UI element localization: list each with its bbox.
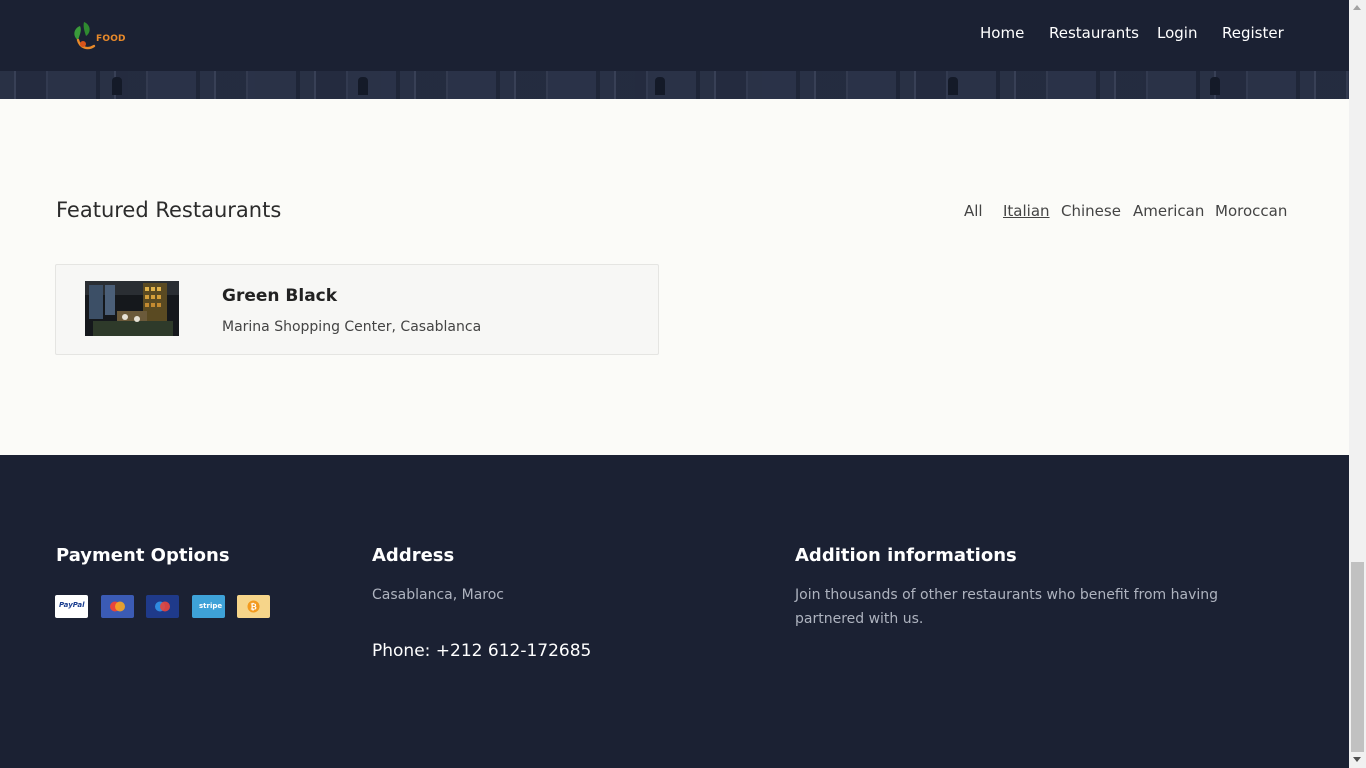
mastercard-icon [101,595,134,618]
svg-text:₿: ₿ [250,603,257,612]
scroll-down-icon[interactable] [1353,757,1361,762]
site-logo[interactable]: FOOD [70,20,130,54]
paypal-icon: PayPal [55,595,88,618]
filter-moroccan[interactable]: Moroccan [1215,202,1287,220]
maestro-icon [146,595,179,618]
additional-info-text: Join thousands of other restaurants who … [795,587,1219,627]
logo-text: FOOD [96,34,126,44]
additional-info-title: Addition informations [795,545,1017,566]
filter-chinese[interactable]: Chinese [1061,202,1121,220]
nav-home[interactable]: Home [980,24,1024,42]
bitcoin-icon: ₿ [237,595,270,618]
restaurant-card[interactable]: Green Black Marina Shopping Center, Casa… [55,264,659,355]
address-text: Casablanca, Maroc [372,587,505,603]
featured-restaurants-title: Featured Restaurants [56,198,282,222]
filter-american[interactable]: American [1133,202,1204,220]
nav-register[interactable]: Register [1222,24,1284,42]
scroll-up-icon[interactable] [1353,5,1361,10]
scroll-thumb[interactable] [1351,562,1364,752]
nav-login[interactable]: Login [1157,24,1197,42]
header-decoration-strip [0,71,1349,99]
phone-number: Phone: +212 612-172685 [372,641,592,661]
payment-options-title: Payment Options [56,545,230,566]
restaurant-address: Marina Shopping Center, Casablanca [222,319,482,335]
nav-restaurants[interactable]: Restaurants [1049,24,1139,42]
address-title: Address [372,545,455,566]
filter-italian[interactable]: Italian [1003,202,1050,220]
filter-all[interactable]: All [964,202,983,220]
restaurant-image [85,281,179,336]
page-scrollbar[interactable] [1349,0,1366,768]
stripe-icon: stripe [192,595,225,618]
restaurant-name[interactable]: Green Black [222,286,337,306]
site-footer: Payment Options PayPal stripe ₿ Address … [0,455,1349,768]
site-header: FOOD Home Restaurants Login Register [0,0,1349,99]
